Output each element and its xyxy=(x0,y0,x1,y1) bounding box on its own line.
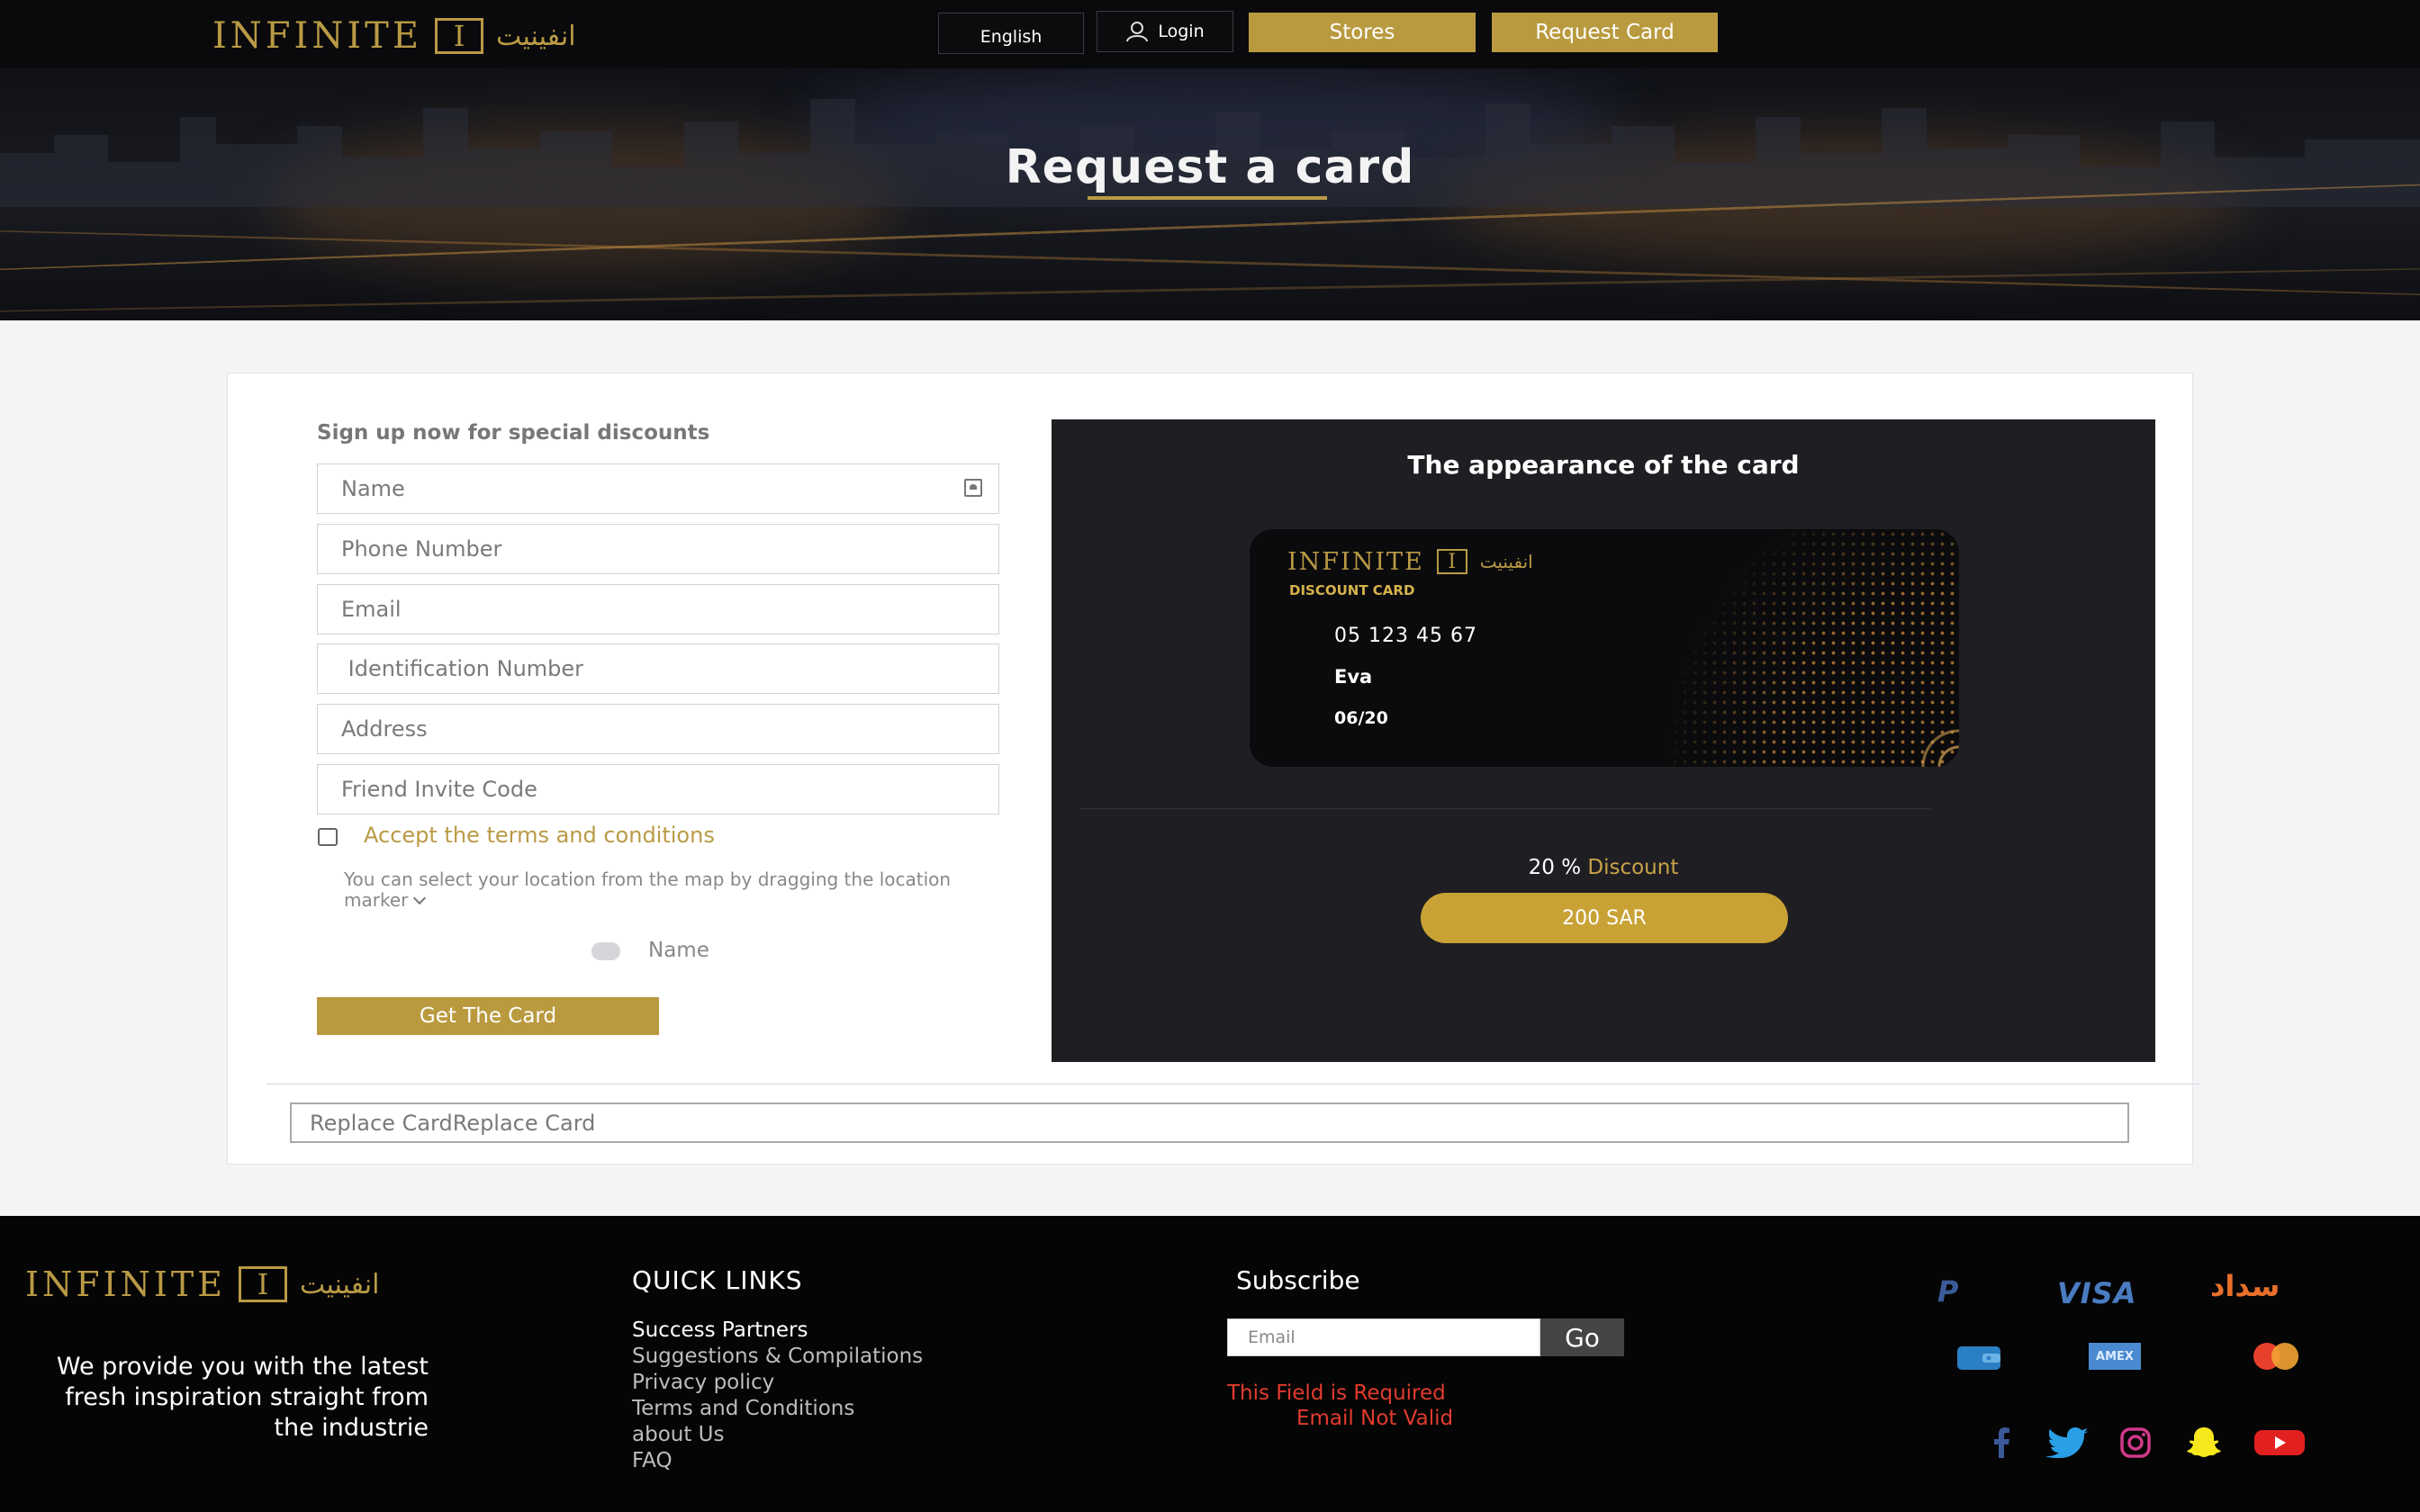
email-field-placeholder: Email xyxy=(341,597,402,622)
footer-tagline: We provide you with the latest fresh ins… xyxy=(56,1353,429,1442)
subscribe-go-button[interactable]: Go xyxy=(1540,1318,1624,1356)
error-required: This Field is Required xyxy=(1227,1382,1446,1405)
footer-logo-text: INFINITE xyxy=(25,1264,226,1304)
identification-field-placeholder: Identification Number xyxy=(341,656,584,681)
price-badge[interactable]: 200 SAR xyxy=(1421,893,1788,943)
language-selector[interactable]: English xyxy=(938,13,1084,54)
youtube-icon[interactable] xyxy=(2254,1427,2305,1458)
email-field[interactable]: Email xyxy=(317,584,999,634)
discount-word: Discount xyxy=(1587,856,1679,879)
card-preview-title: The appearance of the card xyxy=(1407,450,1800,480)
header-logo[interactable]: INFINITE I انفينيت xyxy=(212,15,576,57)
quick-links-title: QUICK LINKS xyxy=(632,1265,803,1295)
sadad-icon: سداد xyxy=(2210,1269,2280,1303)
radio-toggle[interactable] xyxy=(591,942,620,960)
title-underline xyxy=(1088,196,1327,200)
twitter-icon[interactable] xyxy=(2045,1427,2090,1458)
map-hint[interactable]: You can select your location from the ma… xyxy=(344,869,992,911)
invite-code-field[interactable]: Friend Invite Code xyxy=(317,764,999,814)
card-logo-text: INFINITE xyxy=(1287,547,1424,576)
quick-link-about[interactable]: about Us xyxy=(632,1422,923,1448)
address-field-placeholder: Address xyxy=(341,716,428,742)
name-field-placeholder: Name xyxy=(341,476,405,501)
request-card-button[interactable]: Request Card xyxy=(1492,13,1718,52)
error-invalid-email: Email Not Valid xyxy=(1296,1407,1454,1430)
terms-link[interactable]: Accept the terms and conditions xyxy=(364,823,715,848)
quick-link-success-partners[interactable]: Success Partners xyxy=(632,1318,923,1344)
preview-divider xyxy=(1080,808,1930,809)
quick-link-terms[interactable]: Terms and Conditions xyxy=(632,1396,923,1422)
hero-banner: INFINITE I انفينيت English Login Stores … xyxy=(0,0,2420,320)
replace-card-field[interactable]: Replace CardReplace Card xyxy=(290,1102,2129,1143)
amex-icon: AMEX xyxy=(2089,1343,2141,1370)
login-label: Login xyxy=(1158,22,1205,41)
discount-text: 20 % Discount xyxy=(1052,856,2155,879)
logo-text: INFINITE xyxy=(212,15,423,57)
radio-label: Name xyxy=(648,939,709,962)
subscribe-email-input[interactable]: Email xyxy=(1227,1318,1540,1356)
name-field[interactable]: Name xyxy=(317,464,999,514)
quick-link-faq[interactable]: FAQ xyxy=(632,1448,923,1474)
snapchat-icon[interactable] xyxy=(2186,1426,2222,1458)
quick-link-privacy[interactable]: Privacy policy xyxy=(632,1370,923,1396)
get-card-button[interactable]: Get The Card xyxy=(317,997,659,1035)
address-field[interactable]: Address xyxy=(317,704,999,754)
login-button[interactable]: Login xyxy=(1097,11,1233,52)
paypal-icon: P xyxy=(1937,1274,1959,1309)
instagram-icon[interactable] xyxy=(2119,1427,2152,1458)
card-logo-mark: I xyxy=(1436,549,1467,574)
logo-mark: I xyxy=(435,18,484,54)
phone-field[interactable]: Phone Number xyxy=(317,524,999,574)
phone-field-placeholder: Phone Number xyxy=(341,536,502,562)
visa-icon: VISA xyxy=(2057,1276,2137,1310)
quick-link-suggestions[interactable]: Suggestions & Compilations xyxy=(632,1344,923,1370)
identification-field[interactable]: Identification Number xyxy=(317,644,999,694)
card-holder-name: Eva xyxy=(1334,666,1373,688)
mastercard-icon xyxy=(2253,1343,2298,1370)
footer-logo-mark: I xyxy=(238,1266,287,1302)
facebook-icon[interactable] xyxy=(1986,1427,2018,1458)
form-heading: Sign up now for special discounts xyxy=(317,421,710,445)
card-number: 05 123 45 67 xyxy=(1334,625,1477,647)
card-arc-pattern xyxy=(1581,529,1959,767)
wallet-icon xyxy=(1957,1346,2000,1370)
card-type-label: DISCOUNT CARD xyxy=(1289,582,1415,598)
page-title: Request a card xyxy=(1005,140,1415,194)
quick-links-list: Success Partners Suggestions & Compilati… xyxy=(632,1318,923,1474)
user-icon xyxy=(1126,22,1149,42)
contact-card-icon xyxy=(964,479,982,497)
card-logo: INFINITE I انفينيت xyxy=(1287,547,1533,576)
chevron-down-icon xyxy=(413,891,427,905)
footer-logo[interactable]: INFINITE I انفينيت xyxy=(25,1264,380,1304)
card-logo-arabic: انفينيت xyxy=(1479,551,1533,572)
stores-button[interactable]: Stores xyxy=(1249,13,1476,52)
map-hint-text: You can select your location from the ma… xyxy=(344,868,952,911)
card-expiry: 06/20 xyxy=(1334,708,1388,728)
discount-value: 20 % xyxy=(1528,856,1582,879)
logo-arabic: انفينيت xyxy=(496,20,576,52)
subscribe-title: Subscribe xyxy=(1236,1265,1360,1295)
terms-checkbox[interactable] xyxy=(318,828,338,846)
footer-logo-arabic: انفينيت xyxy=(299,1268,380,1300)
invite-code-field-placeholder: Friend Invite Code xyxy=(341,777,537,802)
